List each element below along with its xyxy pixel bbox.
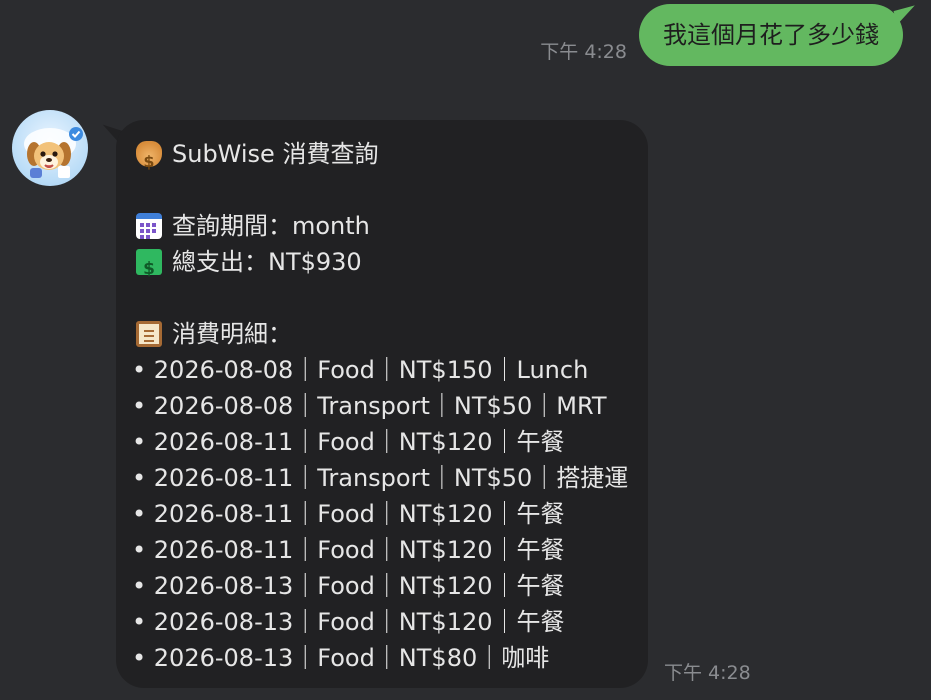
outgoing-timestamp: 下午 4:28 <box>540 41 627 63</box>
expense-item: • 2026-08-11｜Food｜NT$120｜午餐 <box>132 428 565 456</box>
calendar-icon <box>136 213 162 239</box>
total-line: 總支出：NT$930 <box>136 244 648 287</box>
clipboard-icon <box>136 321 162 347</box>
details-header-line: 消費明細： <box>136 316 648 352</box>
period-text: 查詢期間：month <box>172 212 370 240</box>
dog-mascot-icon <box>24 127 83 178</box>
period-line: 查詢期間：month <box>136 208 648 244</box>
outgoing-message-row: 下午 4:28 我這個月花了多少錢 <box>540 4 919 66</box>
chat-window: 下午 4:28 我這個月花了多少錢 SubWise 消費查詢 <box>0 0 931 700</box>
expense-item: • 2026-08-11｜Transport｜NT$50｜搭捷運 <box>132 464 629 492</box>
total-text: 總支出：NT$930 <box>172 248 362 276</box>
details-header: 消費明細： <box>172 320 292 348</box>
message-title-line: SubWise 消費查詢 <box>136 136 648 180</box>
outgoing-bubble-tail <box>893 5 919 25</box>
expense-item: • 2026-08-08｜Food｜NT$150｜Lunch <box>132 356 589 384</box>
expense-item: • 2026-08-08｜Transport｜NT$50｜MRT <box>132 392 607 420</box>
money-bag-icon <box>136 141 162 180</box>
message-title: SubWise 消費查詢 <box>172 140 379 168</box>
outgoing-message-text: 我這個月花了多少錢 <box>663 21 879 49</box>
outgoing-message-bubble[interactable]: 我這個月花了多少錢 <box>639 4 919 66</box>
expense-item: • 2026-08-13｜Food｜NT$80｜咖啡 <box>132 644 550 672</box>
expense-item: • 2026-08-11｜Food｜NT$120｜午餐 <box>132 500 565 528</box>
expense-item: • 2026-08-11｜Food｜NT$120｜午餐 <box>132 536 565 564</box>
dollar-banknote-icon <box>136 249 162 287</box>
incoming-message-bubble[interactable]: SubWise 消費查詢 查詢期間：month 總支出：NT$930 消費明細：… <box>116 120 648 688</box>
expense-item: • 2026-08-13｜Food｜NT$120｜午餐 <box>132 608 565 636</box>
expense-item: • 2026-08-13｜Food｜NT$120｜午餐 <box>132 572 565 600</box>
incoming-timestamp: 下午 4:28 <box>664 662 751 684</box>
bot-avatar[interactable] <box>12 110 88 186</box>
